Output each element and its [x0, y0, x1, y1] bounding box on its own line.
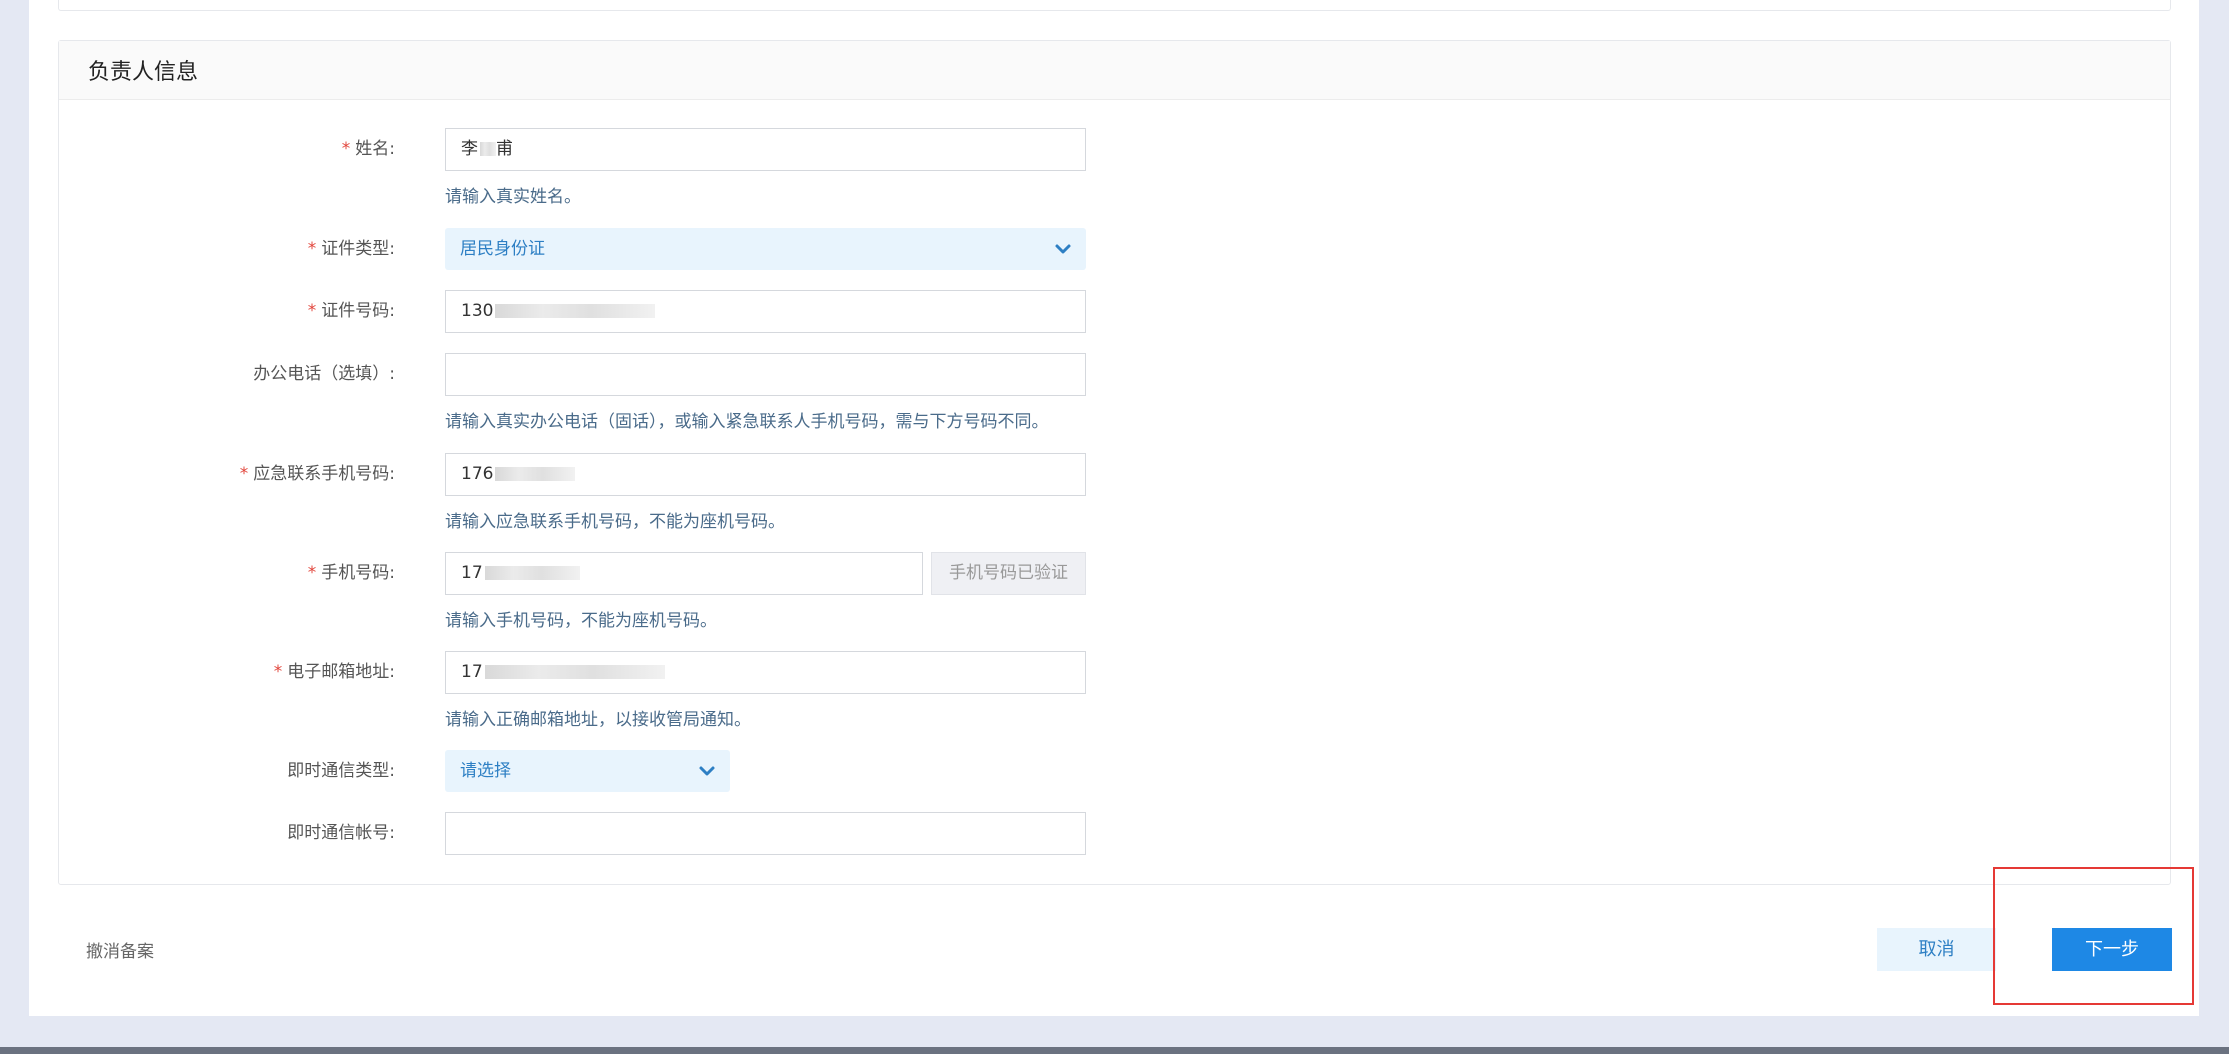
main-page: 负责人信息 * 姓名: 李甫 请输入真实姓名。 * 证件类型: 居民身份证 * 证件号…	[29, 0, 2199, 1016]
mobile-input[interactable]: 17	[445, 552, 923, 595]
name-input[interactable]: 李甫	[445, 128, 1086, 171]
im-type-select[interactable]: 请选择	[445, 750, 730, 792]
office-phone-hint: 请输入真实办公电话（固话），或输入紧急联系人手机号码，需与下方号码不同。	[445, 412, 1049, 432]
email-input[interactable]: 17	[445, 651, 1086, 694]
im-account-label: 即时通信帐号:	[287, 823, 395, 843]
emergency-phone-input[interactable]: 176	[445, 453, 1086, 496]
highlight-annotation-box	[1993, 867, 2194, 1005]
chevron-down-icon	[1055, 244, 1071, 254]
emergency-phone-hint: 请输入应急联系手机号码，不能为座机号码。	[445, 512, 785, 532]
mobile-verified-button[interactable]: 手机号码已验证	[931, 552, 1086, 595]
im-type-label: 即时通信类型:	[287, 761, 395, 781]
panel-title: 负责人信息	[59, 41, 2170, 100]
id-number-input[interactable]: 130	[445, 290, 1086, 333]
email-hint: 请输入正确邮箱地址，以接收管局通知。	[445, 710, 751, 730]
owner-info-panel: 负责人信息 * 姓名: 李甫 请输入真实姓名。 * 证件类型: 居民身份证 * 证件号…	[58, 40, 2171, 885]
id-type-select[interactable]: 居民身份证	[445, 228, 1086, 270]
im-account-input[interactable]	[445, 812, 1086, 855]
office-phone-input[interactable]	[445, 353, 1086, 396]
mobile-hint: 请输入手机号码，不能为座机号码。	[445, 611, 717, 631]
id-type-label: * 证件类型:	[307, 239, 395, 259]
office-phone-label: 办公电话（选填）:	[253, 364, 395, 384]
email-label: * 电子邮箱地址:	[273, 662, 395, 682]
emergency-phone-label: * 应急联系手机号码:	[239, 464, 395, 484]
chevron-down-icon	[699, 766, 715, 776]
id-number-label: * 证件号码:	[307, 301, 395, 321]
name-hint: 请输入真实姓名。	[445, 187, 581, 207]
name-label: * 姓名:	[341, 139, 395, 159]
cancel-filing-link[interactable]: 撤消备案	[86, 937, 154, 962]
bottom-bar	[0, 1047, 2229, 1054]
cancel-button[interactable]: 取消	[1877, 928, 1996, 971]
mobile-label: * 手机号码:	[307, 563, 395, 583]
previous-panel	[58, 0, 2171, 11]
